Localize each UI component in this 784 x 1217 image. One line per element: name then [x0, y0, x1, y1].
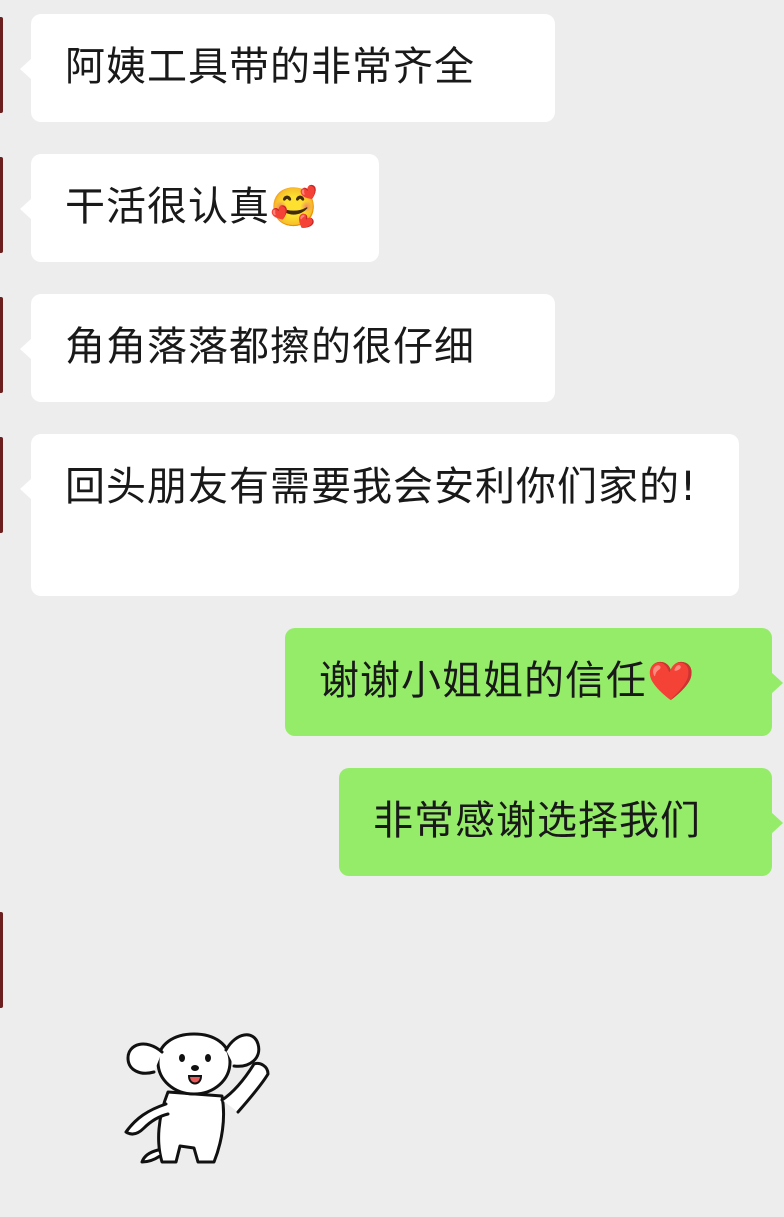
message-bubble-outgoing[interactable]: 谢谢小姐姐的信任❤️: [285, 628, 783, 736]
smiling-face-with-hearts-icon: 🥰: [270, 185, 319, 229]
avatar[interactable]: [0, 912, 3, 1008]
message-bubble-incoming[interactable]: 角角落落都擦的很仔细: [20, 294, 555, 402]
message-bubble-incoming[interactable]: 干活很认真🥰: [20, 154, 379, 262]
red-heart-icon: ❤️: [647, 659, 696, 703]
message-text: 谢谢小姐姐的信任: [319, 658, 647, 704]
message-text: 非常感谢选择我们: [373, 798, 701, 844]
message-text: 角角落落都擦的很仔细: [65, 324, 475, 370]
avatar[interactable]: [0, 17, 3, 113]
message-bubble-incoming[interactable]: 回头朋友有需要我会安利你们家的!: [20, 434, 739, 596]
message-bubble-outgoing[interactable]: 非常感谢选择我们: [339, 768, 783, 876]
message-text: 回头朋友有需要我会安利你们家的!: [65, 464, 698, 510]
message-text: 阿姨工具带的非常齐全: [65, 44, 475, 90]
message-bubble-incoming[interactable]: 阿姨工具带的非常齐全: [20, 14, 555, 122]
avatar[interactable]: [0, 437, 3, 533]
avatar[interactable]: [0, 297, 3, 393]
koala-waving-sticker-icon[interactable]: [118, 1022, 286, 1170]
message-text: 干活很认真: [65, 184, 270, 230]
avatar[interactable]: [0, 157, 3, 253]
